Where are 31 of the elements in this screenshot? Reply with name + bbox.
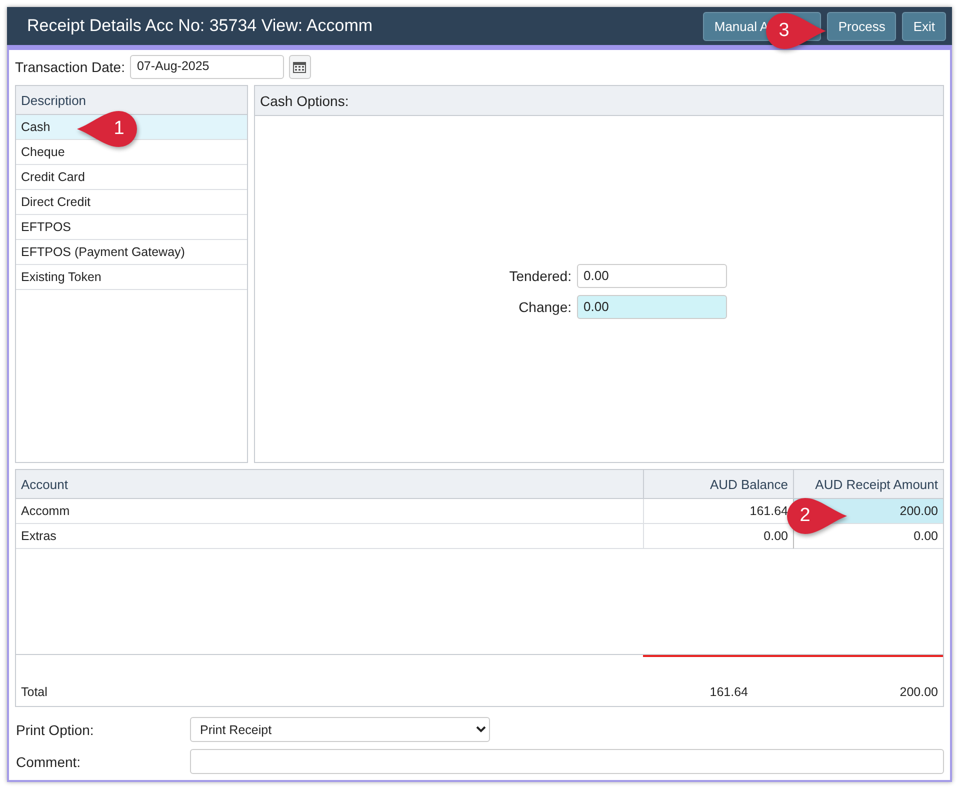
calendar-icon — [293, 60, 306, 72]
print-option-select[interactable]: Print Receipt — [190, 717, 490, 742]
date-field[interactable]: 07-Aug-2025 — [130, 54, 284, 78]
toolbar-button[interactable]: Exit — [902, 12, 946, 40]
total-amount: 200.00 — [900, 684, 938, 700]
callout-marker: 1 — [75, 109, 139, 149]
column-header: AUD Balance — [643, 470, 793, 499]
column-header: Description — [16, 86, 247, 115]
window-title: Receipt Details Acc No: 35734 View: Accomm — [27, 16, 374, 36]
total-label: Total — [20, 684, 48, 700]
calendar-button[interactable] — [288, 54, 311, 78]
payment-method-item[interactable]: EFTPOS — [16, 215, 247, 240]
column-header: AUD Receipt Amount — [793, 470, 943, 499]
payment-method-item[interactable]: EFTPOS (Payment Gateway) — [16, 240, 247, 265]
field-label: Transaction Date: — [15, 58, 125, 74]
table-cell: Extras — [16, 524, 643, 549]
field-label: Tendered: — [508, 268, 572, 284]
field-label: Change: — [518, 298, 572, 314]
total-balance: 161.64 — [710, 684, 748, 700]
table-cell: Accomm — [16, 499, 643, 524]
comment-field[interactable] — [190, 749, 944, 774]
payment-method-item[interactable]: Direct Credit — [16, 190, 247, 215]
input-field[interactable]: 0.00 — [576, 264, 726, 288]
panel-title: Cash Options: — [255, 86, 943, 116]
payment-method-item[interactable]: Existing Token — [16, 265, 247, 290]
column-header: Account — [16, 470, 643, 499]
field-label: Print Option: — [16, 722, 95, 738]
toolbar-button[interactable]: Process — [827, 12, 896, 40]
input-field[interactable]: 0.00 — [576, 294, 726, 318]
payment-method-item[interactable]: Credit Card — [16, 165, 247, 190]
field-label: Comment: — [16, 754, 82, 770]
